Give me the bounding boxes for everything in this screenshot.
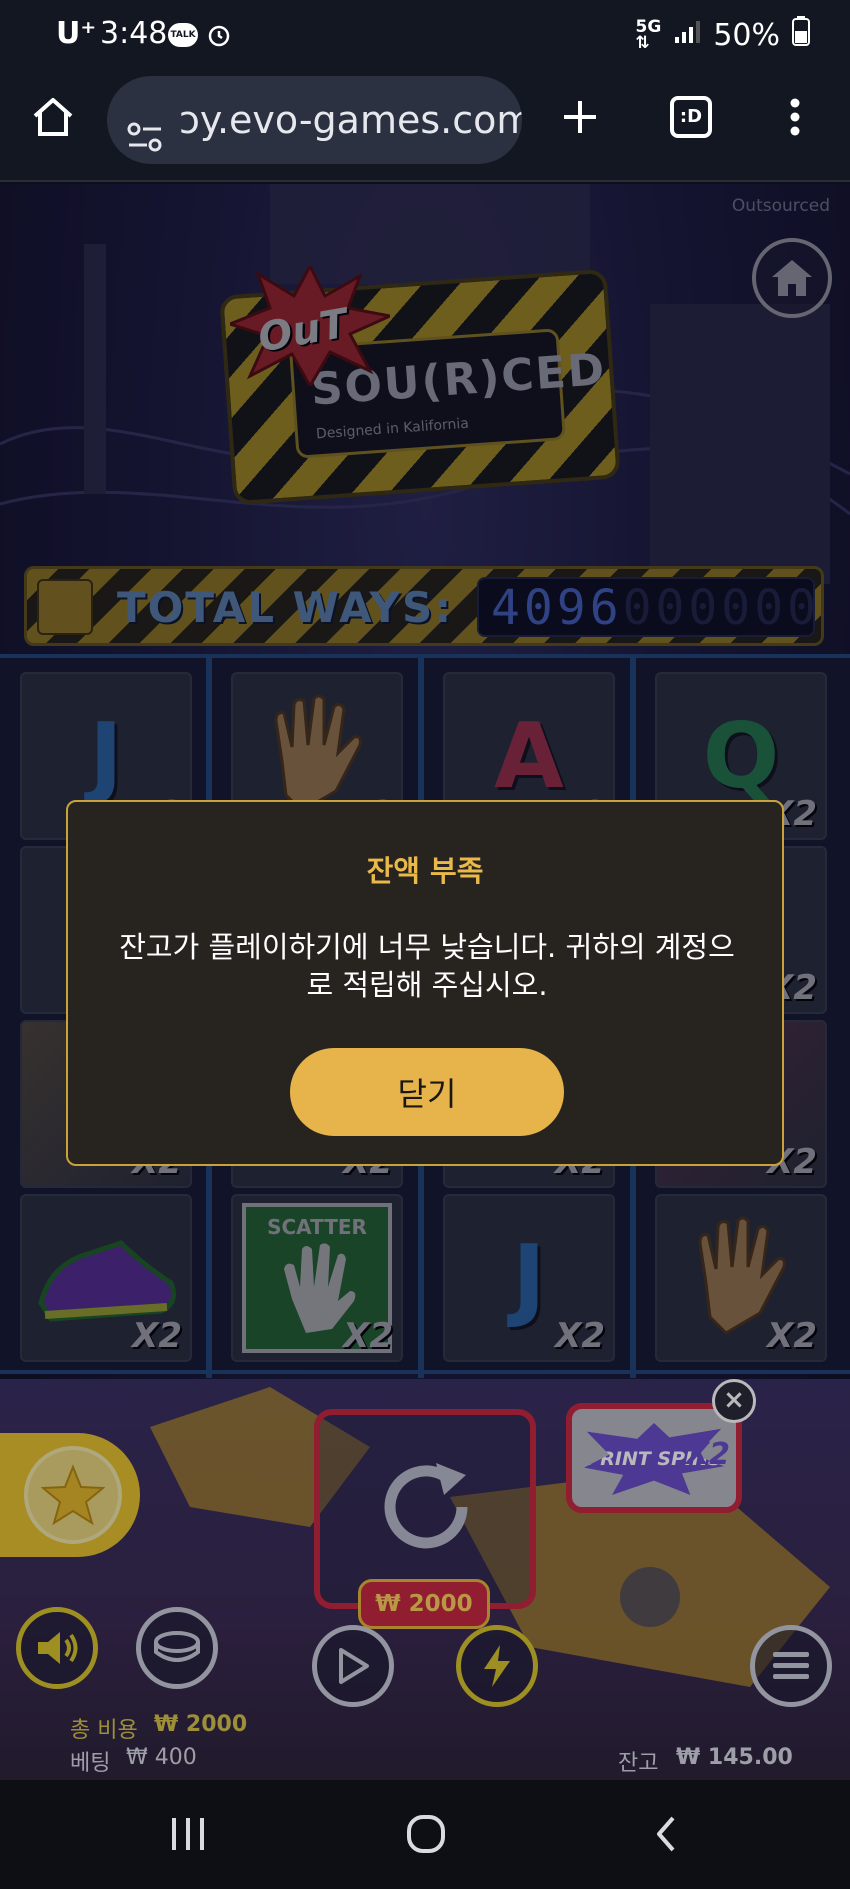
home-circle-icon[interactable] <box>396 1808 456 1860</box>
browser-toolbar: ɔy.evo-games.com :D <box>0 72 850 182</box>
kakaotalk-icon: TALK <box>168 22 198 47</box>
dialog-message: 잔고가 플레이하기에 너무 낮습니다. 귀하의 계정으로 적립해 주십시오. <box>119 930 735 1002</box>
dialog-close-button[interactable]: 닫기 <box>290 1048 564 1136</box>
back-icon[interactable] <box>636 1808 696 1860</box>
android-nav-bar <box>0 1780 850 1889</box>
insufficient-balance-dialog: 잔액 부족 잔고가 플레이하기에 너무 낮습니다. 귀하의 계정으로 적립해 주… <box>66 800 784 1166</box>
recents-icon[interactable] <box>158 1808 218 1860</box>
status-bar: U⁺ 3:48 TALK 5G ⇅ 50% <box>0 0 850 72</box>
more-menu-icon[interactable] <box>760 82 830 152</box>
alarm-icon <box>206 22 232 52</box>
dialog-title: 잔액 부족 <box>366 854 484 888</box>
url-bar[interactable]: ɔy.evo-games.com <box>107 76 522 164</box>
new-tab-icon[interactable] <box>545 82 615 152</box>
battery-icon <box>792 16 810 54</box>
site-settings-icon[interactable] <box>125 100 165 164</box>
home-icon[interactable] <box>18 82 88 152</box>
status-time: 3:48 <box>100 16 168 51</box>
tab-switcher-icon[interactable]: :D <box>656 82 726 152</box>
carrier-label: U⁺ <box>56 16 97 51</box>
url-text: ɔy.evo-games.com <box>179 98 522 142</box>
signal-icon <box>673 18 701 53</box>
battery-percent: 50% <box>713 17 780 53</box>
5g-data-icon: 5G ⇅ <box>635 17 662 53</box>
